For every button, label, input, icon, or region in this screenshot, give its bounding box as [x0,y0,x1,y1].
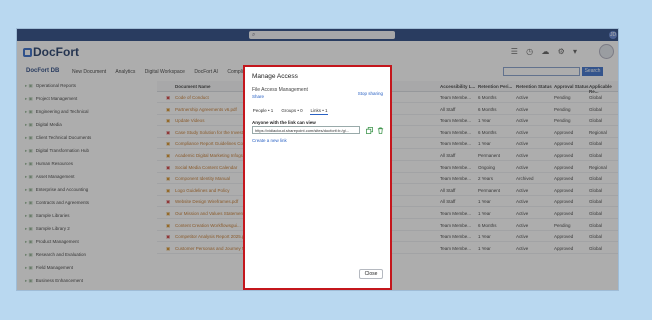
stop-sharing-link[interactable]: Stop sharing [358,91,383,96]
app-window: ⌕ JD DocFort ☰ ◷ ☁ ⚙ ▾ DocFort DB New Do… [16,28,619,291]
close-button[interactable]: Close [359,269,383,279]
dialog-title: Manage Access [252,73,298,80]
delete-icon[interactable] [377,127,384,134]
copy-icon[interactable] [366,127,373,134]
share-link[interactable]: Share [252,94,264,99]
tab-links[interactable]: Links • 1 [310,106,328,115]
tab-groups[interactable]: Groups • 0 [281,106,303,115]
share-link-field[interactable]: https://vidiacloud.sharepoint.com/sites/… [252,126,360,134]
tab-people[interactable]: People • 1 [252,106,274,115]
link-permission-label: Anyone with the link can view [252,120,316,125]
dialog-subtitle: File Access Management [252,87,308,93]
manage-access-dialog: Manage Access File Access Management Sha… [243,65,392,290]
create-new-link[interactable]: Create a new link [252,138,287,143]
